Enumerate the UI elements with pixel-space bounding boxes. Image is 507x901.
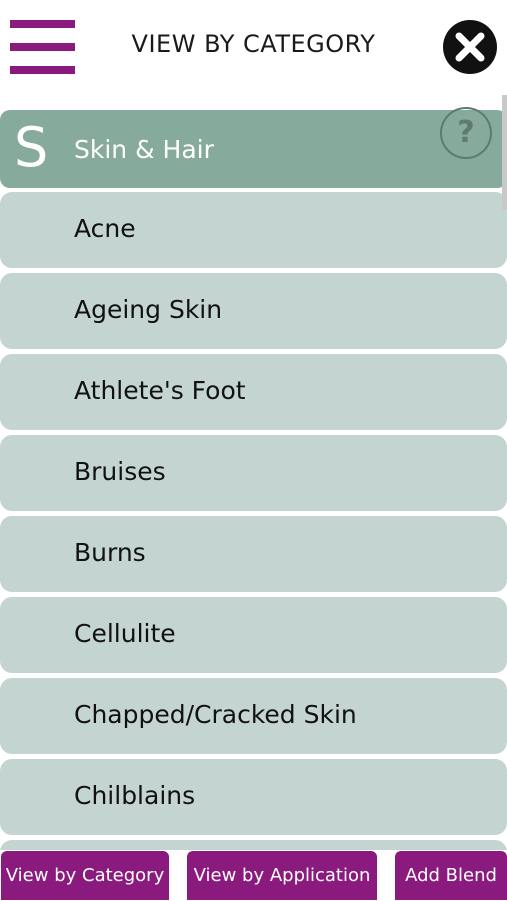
close-icon [455,32,485,62]
list-item-partial[interactable] [0,840,507,850]
page-title: VIEW BY CATEGORY [131,30,376,58]
list-item-chapped-cracked-skin[interactable]: Chapped/Cracked Skin [0,678,507,754]
close-button[interactable] [443,20,497,74]
list-item-bruises[interactable]: Bruises [0,435,507,511]
list-item-label: Chilblains [74,781,196,810]
list-item-cellulite[interactable]: Cellulite [0,597,507,673]
list-item-label: Burns [74,538,146,567]
list-item-acne[interactable]: Acne [0,192,507,268]
list-item-label: Chapped/Cracked Skin [74,700,357,729]
category-list[interactable]: S Skin & Hair Acne Ageing Skin Athlete's… [0,110,507,850]
list-item-label: Ageing Skin [74,295,223,324]
app-header: VIEW BY CATEGORY [0,0,507,95]
add-blend-button[interactable]: Add Blend [395,851,507,900]
list-item-label: Athlete's Foot [74,376,246,405]
help-icon: ? [457,115,475,150]
tab-view-by-application[interactable]: View by Application [187,851,377,900]
menu-bar [10,66,75,74]
section-header-skin-hair: S Skin & Hair [0,110,507,188]
bottom-tab-bar: View by Category View by Application Add… [0,850,507,900]
list-item-chilblains[interactable]: Chilblains [0,759,507,835]
menu-bar [10,20,75,28]
section-letter: S [14,116,49,179]
list-item-ageing-skin[interactable]: Ageing Skin [0,273,507,349]
list-item-label: Cellulite [74,619,176,648]
scrollbar[interactable] [502,95,507,210]
list-item-label: Acne [74,214,136,243]
tab-view-by-category[interactable]: View by Category [1,851,169,900]
help-button[interactable]: ? [440,107,492,159]
list-item-burns[interactable]: Burns [0,516,507,592]
section-label: Skin & Hair [74,135,214,164]
list-item-athletes-foot[interactable]: Athlete's Foot [0,354,507,430]
list-item-label: Bruises [74,457,166,486]
